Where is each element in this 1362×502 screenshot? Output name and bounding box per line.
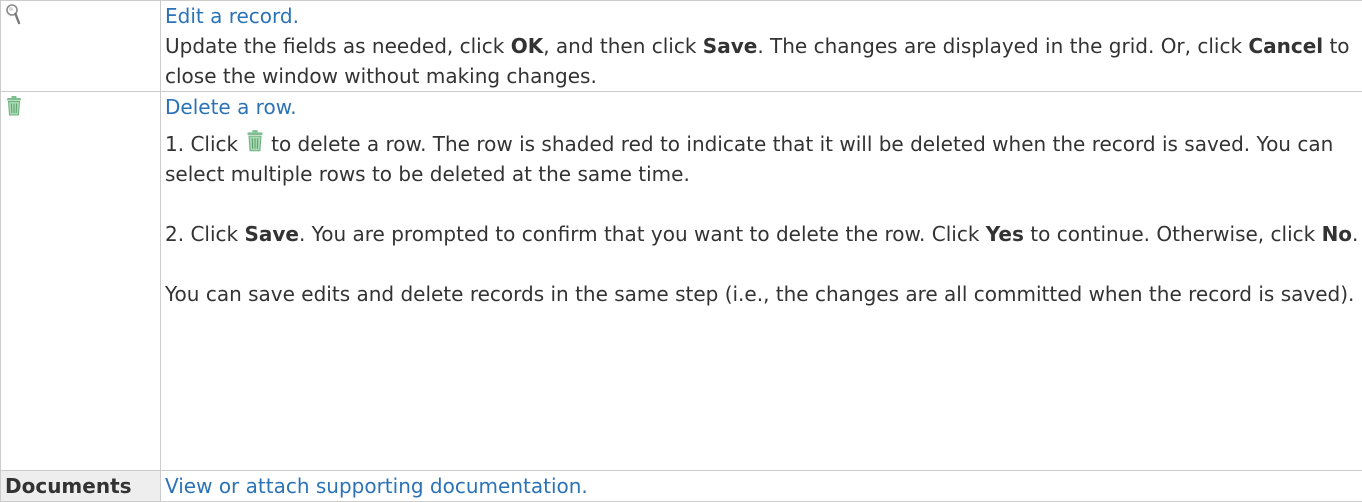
magnifier-icon[interactable]: [5, 3, 25, 29]
table-row-delete: Delete a row. 1. Click to delete a row. …: [1, 92, 1362, 471]
delete-row-link[interactable]: Delete a row.: [165, 95, 297, 119]
help-table: Edit a record. Update the fields as need…: [0, 0, 1362, 502]
desc-cell-delete: Delete a row. 1. Click to delete a row. …: [161, 92, 1362, 471]
table-row-edit: Edit a record. Update the fields as need…: [1, 1, 1362, 92]
edit-record-link[interactable]: Edit a record.: [165, 4, 299, 28]
trash-icon[interactable]: [5, 94, 25, 120]
documents-link[interactable]: View or attach supporting documentation.: [165, 474, 588, 498]
edit-description: Update the fields as needed, click OK, a…: [165, 31, 1360, 91]
delete-step-1: 1. Click to delete a row. The row is sha…: [165, 128, 1360, 189]
delete-note: You can save edits and delete records in…: [165, 279, 1360, 309]
icon-cell-delete: [1, 92, 161, 471]
trash-icon: [244, 128, 266, 154]
icon-cell-edit: [1, 1, 161, 92]
desc-cell-documents: View or attach supporting documentation.: [161, 471, 1362, 502]
desc-cell-edit: Edit a record. Update the fields as need…: [161, 1, 1362, 92]
documents-label: Documents: [1, 471, 161, 502]
delete-step-2: 2. Click Save. You are prompted to confi…: [165, 219, 1360, 249]
table-row-documents: Documents View or attach supporting docu…: [1, 471, 1362, 502]
